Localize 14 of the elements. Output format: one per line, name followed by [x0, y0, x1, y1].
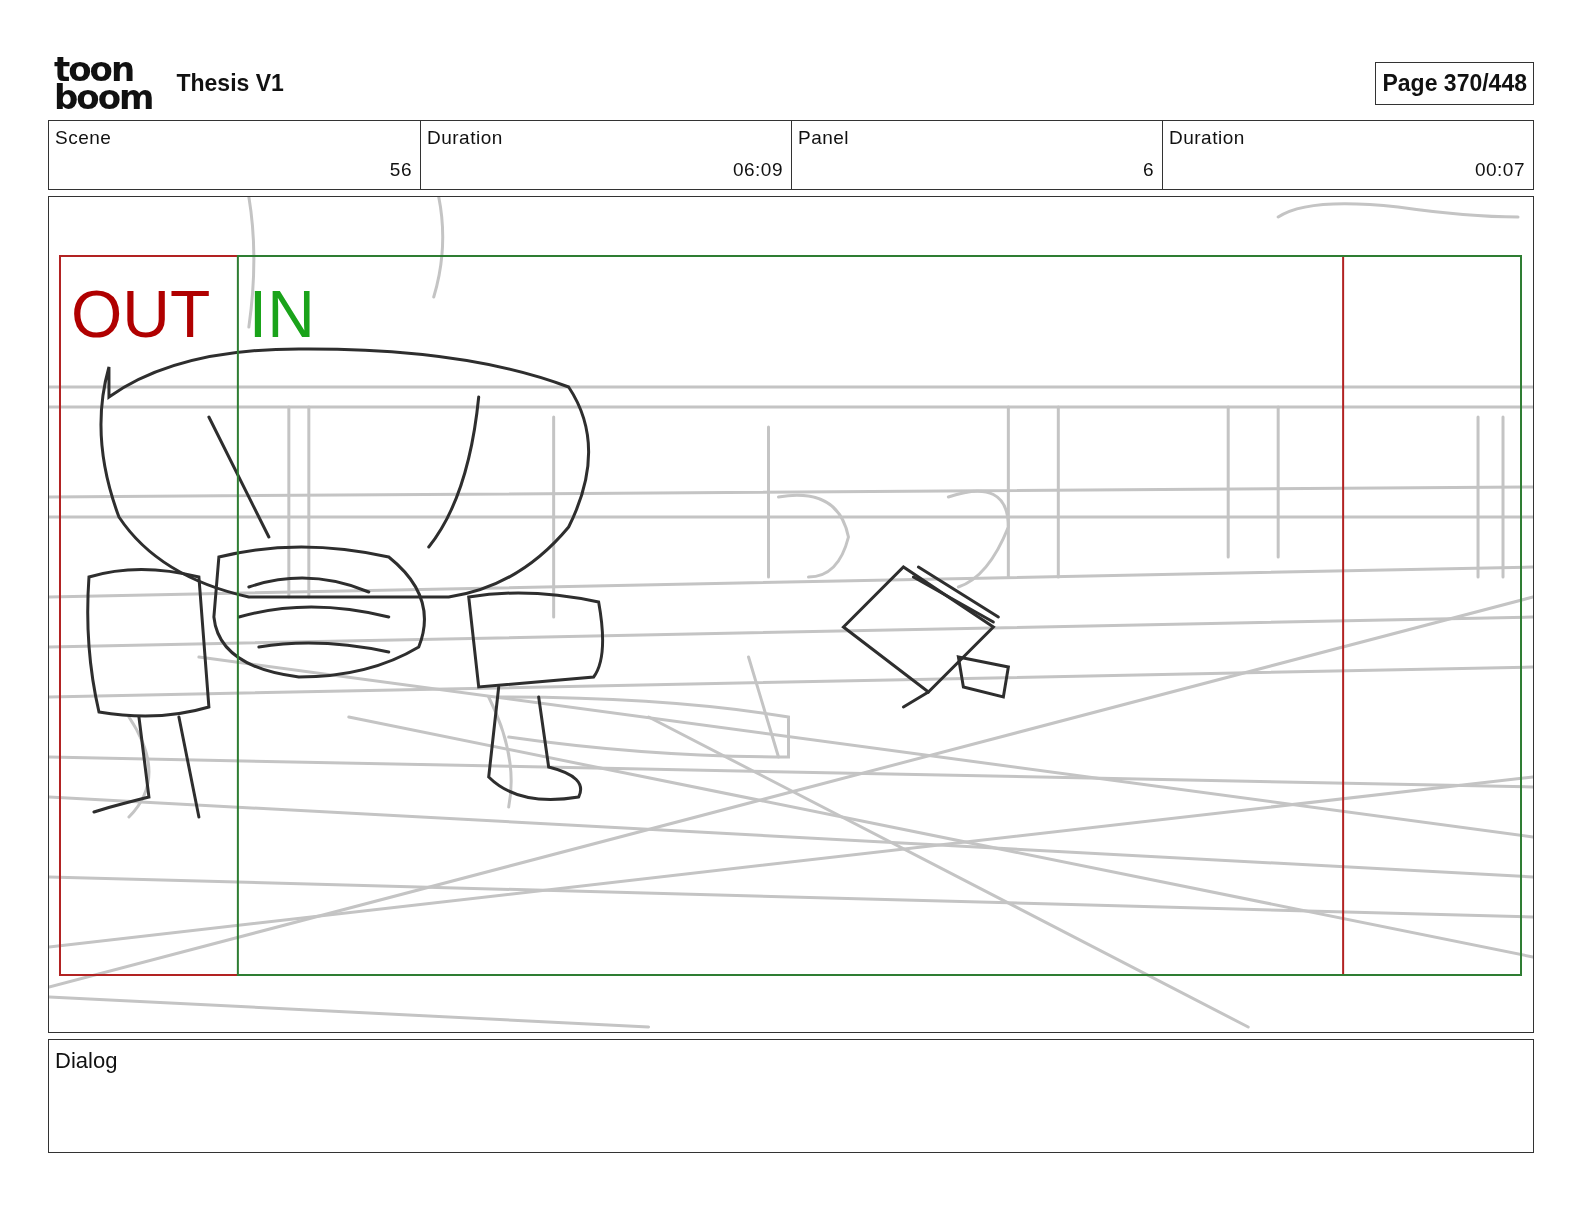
in-label: IN — [248, 277, 315, 351]
page-number: Page 370/448 — [1375, 61, 1534, 105]
cell-entry: 06:09 — [731, 159, 783, 181]
logo: toon boom — [54, 55, 153, 111]
cell-heading: Panel — [798, 127, 851, 149]
title: Thesis V1 — [176, 69, 285, 97]
cell-entry: 56 — [388, 159, 412, 181]
cell-entry: 6 — [1141, 159, 1154, 181]
cell-heading: Scene — [55, 127, 113, 149]
cell-heading: Duration — [1169, 127, 1246, 149]
dialog-label: Dialog — [55, 1048, 118, 1073]
cell-entry: 00:07 — [1473, 159, 1525, 181]
out-label: OUT — [71, 277, 211, 351]
cell-heading: Duration — [427, 127, 504, 149]
